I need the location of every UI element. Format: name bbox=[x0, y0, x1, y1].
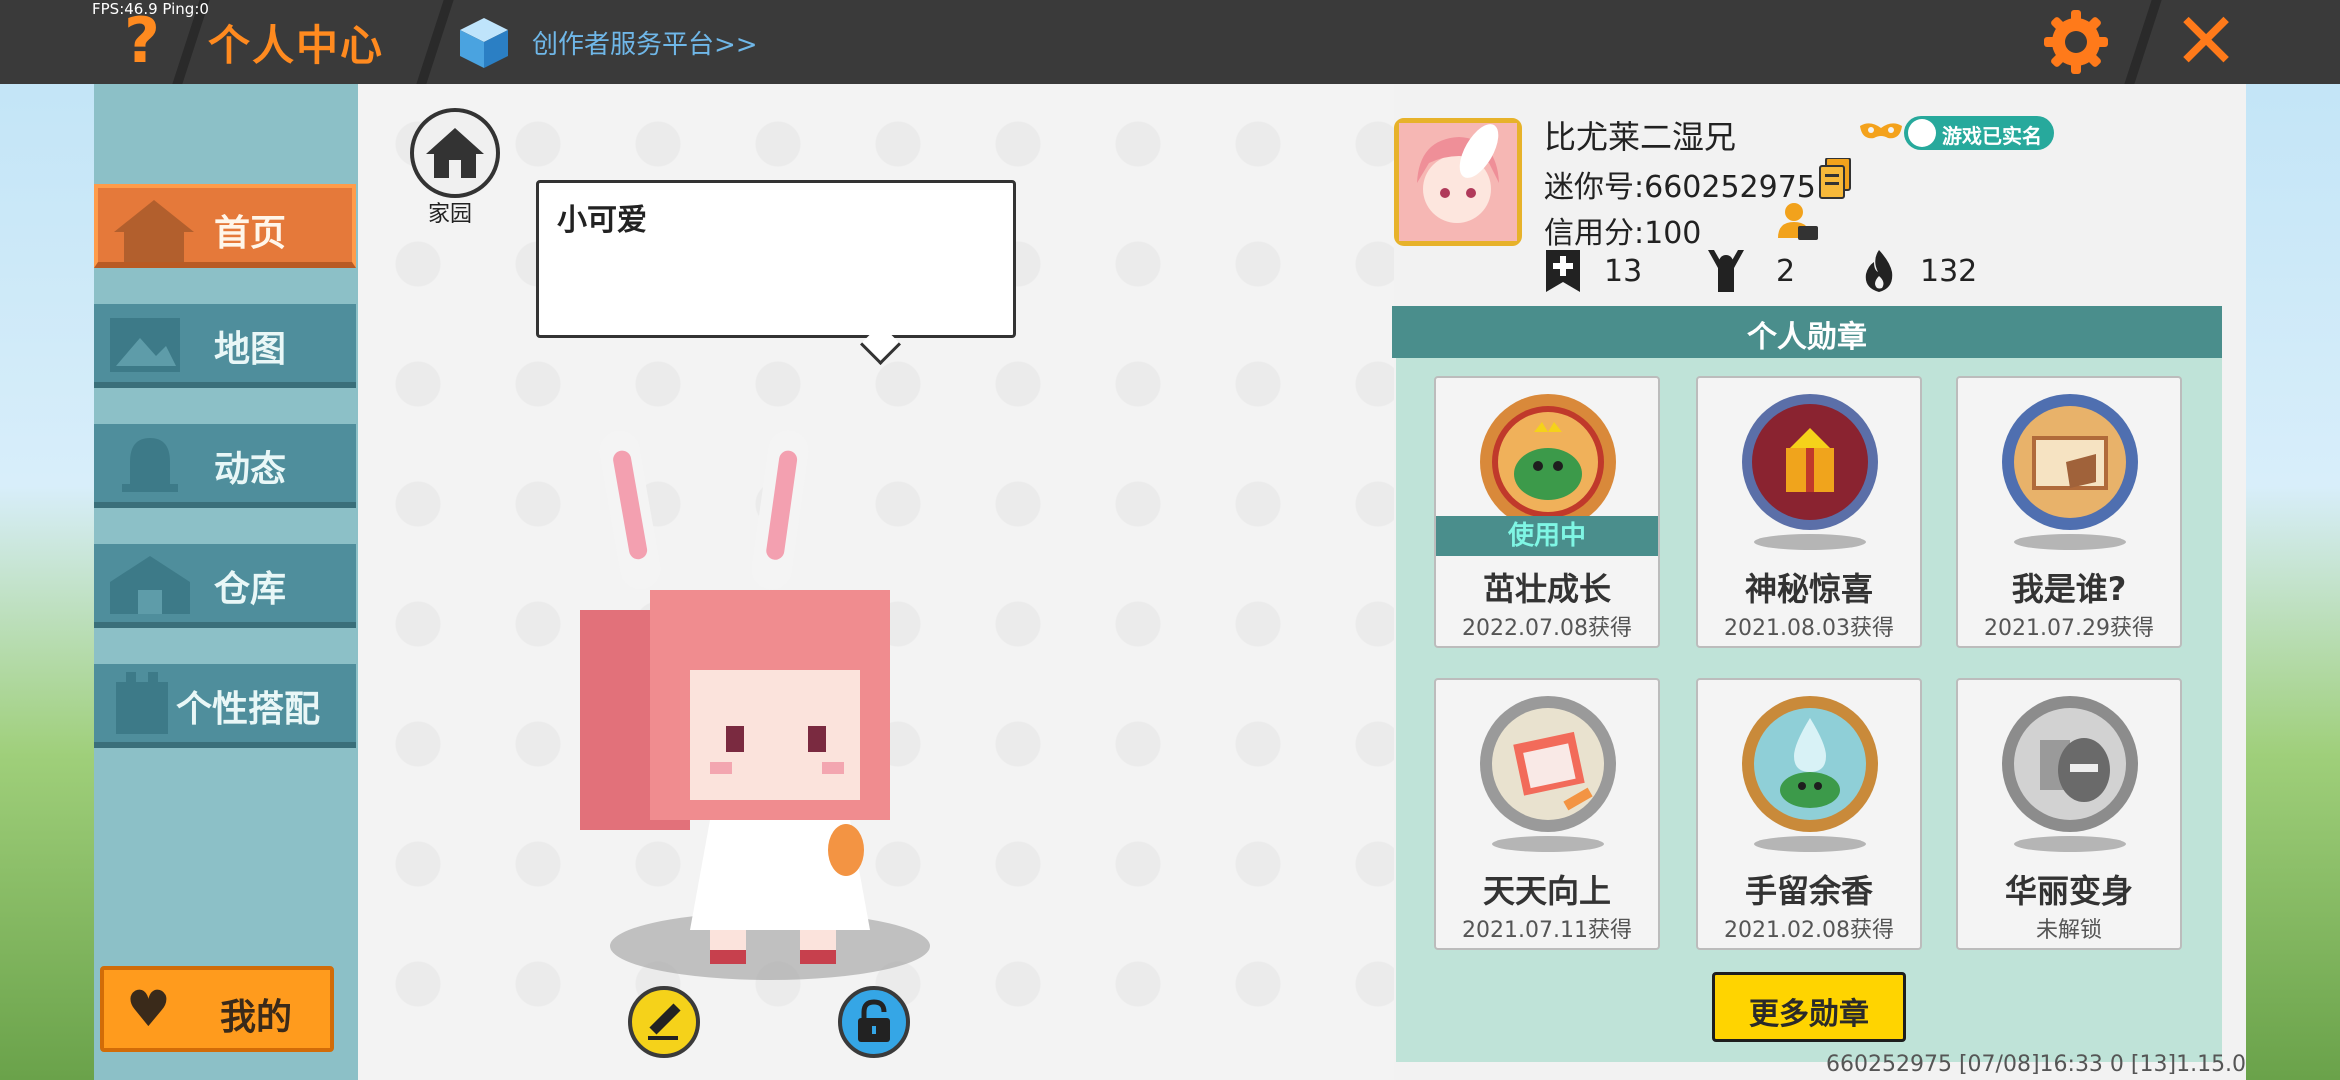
sidebar-item-feed[interactable]: 动态 bbox=[94, 424, 356, 508]
warehouse-icon bbox=[110, 556, 190, 614]
fragrance-medal-icon bbox=[1742, 696, 1878, 832]
locked-transform-medal-icon bbox=[2002, 696, 2138, 832]
realname-badge: 游戏已实名 bbox=[1904, 116, 2054, 150]
homeland-label: 家园 bbox=[428, 202, 473, 227]
medal-name: 神秘惊喜 bbox=[1744, 570, 1873, 608]
credit-score: 信用分:100 bbox=[1544, 216, 1702, 251]
medal-card[interactable]: 神秘惊喜 2021.08.03获得 bbox=[1696, 376, 1922, 648]
sidebar-item-label: 动态 bbox=[214, 449, 287, 490]
medal-date: 2022.07.08获得 bbox=[1462, 616, 1632, 641]
sidebar-item-map[interactable]: 地图 bbox=[94, 304, 356, 388]
medal-card[interactable]: 使用中 茁壮成长 2022.07.08获得 bbox=[1434, 376, 1660, 648]
nickname: 比尤莱二湿兄 bbox=[1544, 118, 1737, 156]
avatar[interactable] bbox=[1394, 118, 1522, 246]
sidebar-item-label: 地图 bbox=[214, 329, 287, 370]
medal-card[interactable]: 天天向上 2021.07.11获得 bbox=[1434, 678, 1660, 950]
sidebar-item-label: 仓库 bbox=[214, 569, 287, 610]
lock-button[interactable] bbox=[838, 986, 910, 1058]
bookmark-plus-icon bbox=[1546, 250, 1580, 292]
medal-shadow bbox=[1492, 836, 1604, 852]
medal-section-header: 个人勋章 bbox=[1392, 306, 2222, 358]
sprout-medal-icon bbox=[1480, 394, 1616, 530]
notebook-medal-icon bbox=[1480, 696, 1616, 832]
medal-name: 我是谁? bbox=[2011, 570, 2127, 608]
sidebar-item-outfit[interactable]: 个性搭配 bbox=[94, 664, 356, 748]
stat-value: 13 bbox=[1604, 254, 1643, 289]
mine-button-label: 我的 bbox=[220, 997, 293, 1038]
medal-shadow bbox=[1754, 836, 1866, 852]
creator-platform-link[interactable]: 创作者服务平台>> bbox=[532, 24, 758, 61]
stat-value: 2 bbox=[1776, 254, 1796, 289]
stat-value: 132 bbox=[1920, 254, 1978, 289]
pencil-icon bbox=[648, 1003, 681, 1040]
medal-shadow bbox=[2014, 534, 2126, 550]
credit-user-icon[interactable] bbox=[1776, 200, 1820, 244]
letter-medal-icon bbox=[2002, 394, 2138, 530]
build-info: 660252975 [07/08]16:33 0 [13]1.15.0 bbox=[1826, 1052, 2247, 1077]
medal-name: 华丽变身 bbox=[2004, 872, 2133, 910]
home-icon bbox=[114, 200, 194, 262]
bell-icon bbox=[122, 438, 178, 492]
help-icon[interactable]: ? bbox=[112, 6, 172, 76]
fire-icon bbox=[1865, 250, 1893, 292]
user-check-icon bbox=[1908, 119, 1936, 147]
gift-medal-icon bbox=[1742, 394, 1878, 530]
medal-name: 天天向上 bbox=[1482, 872, 1611, 910]
player-avatar-model[interactable] bbox=[560, 410, 960, 990]
more-medals-button[interactable]: 更多勋章 bbox=[1712, 972, 1906, 1042]
sidebar-item-home[interactable]: 首页 bbox=[94, 184, 356, 268]
sidebar-item-label: 首页 bbox=[214, 213, 287, 254]
house-icon bbox=[426, 128, 484, 178]
cheer-icon bbox=[1708, 250, 1744, 292]
medal-name: 手留余香 bbox=[1744, 872, 1873, 910]
signature-text: 小可爱 bbox=[557, 203, 647, 238]
sidebar: 首页 地图 动态 仓库 个性搭配 bbox=[94, 84, 358, 1080]
map-icon bbox=[110, 318, 180, 372]
medal-card[interactable]: 华丽变身 未解锁 bbox=[1956, 678, 2182, 950]
medal-shadow bbox=[2014, 836, 2126, 852]
medal-card[interactable]: 手留余香 2021.02.08获得 bbox=[1696, 678, 1922, 950]
in-use-badge: 使用中 bbox=[1436, 516, 1658, 556]
divider bbox=[2124, 0, 2162, 84]
cube-icon[interactable] bbox=[456, 14, 512, 70]
medal-date: 2021.02.08获得 bbox=[1724, 918, 1894, 943]
medal-shadow bbox=[1754, 534, 1866, 550]
avatar-portrait bbox=[1399, 123, 1517, 241]
heart-icon: ♥ bbox=[126, 980, 171, 1038]
edit-button[interactable] bbox=[628, 986, 700, 1058]
divider bbox=[416, 0, 454, 84]
lock-icon bbox=[858, 999, 890, 1042]
mine-button[interactable]: ♥ 我的 bbox=[100, 966, 334, 1052]
page-title: 个人中心 bbox=[208, 21, 385, 70]
copy-icon[interactable] bbox=[1818, 158, 1852, 200]
medal-date: 2021.07.29获得 bbox=[1984, 616, 2154, 641]
medal-date: 2021.08.03获得 bbox=[1724, 616, 1894, 641]
sidebar-item-label: 个性搭配 bbox=[176, 689, 321, 730]
mask-icon[interactable] bbox=[1858, 120, 1904, 144]
signature-bubble[interactable]: 小可爱 bbox=[536, 180, 1016, 338]
medal-status: 未解锁 bbox=[2035, 918, 2102, 943]
close-icon[interactable]: ✕ bbox=[2168, 3, 2244, 81]
gear-icon[interactable] bbox=[2040, 6, 2112, 78]
medal-name: 茁壮成长 bbox=[1482, 570, 1611, 608]
medal-date: 2021.07.11获得 bbox=[1462, 918, 1632, 943]
homeland-button[interactable] bbox=[410, 108, 500, 198]
sidebar-item-warehouse[interactable]: 仓库 bbox=[94, 544, 356, 628]
medal-card[interactable]: 我是谁? 2021.07.29获得 bbox=[1956, 376, 2182, 648]
